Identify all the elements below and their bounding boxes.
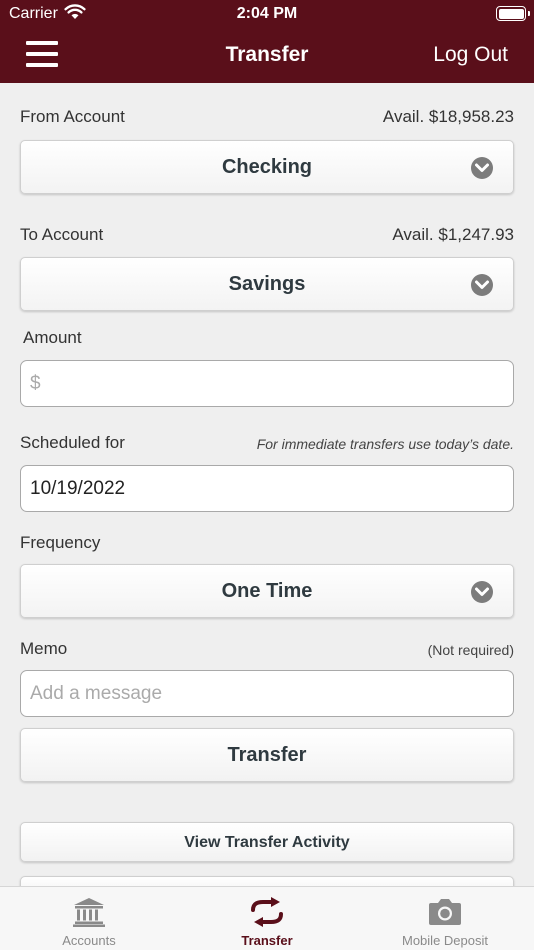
scheduled-label: Scheduled for — [20, 433, 125, 452]
memo-input[interactable] — [20, 670, 514, 717]
frequency-label: Frequency — [20, 533, 101, 552]
battery-nub — [528, 11, 530, 16]
frequency-select[interactable]: One Time — [20, 564, 514, 618]
battery-icon — [496, 6, 526, 21]
amount-label: Amount — [23, 328, 82, 347]
app-header: Carrier 2:04 PM Transfer Log Out — [0, 0, 534, 83]
from-account-available: Avail. $18,958.23 — [382, 107, 514, 126]
to-account-selected: Savings — [228, 273, 306, 295]
from-account-label: From Account — [20, 107, 125, 126]
tab-mobile-deposit[interactable]: Mobile Deposit — [356, 887, 534, 950]
transfer-button[interactable]: Transfer — [20, 728, 514, 782]
memo-label: Memo — [20, 639, 68, 658]
status-time: 2:04 PM — [236, 5, 298, 22]
logout-button[interactable]: Log Out — [433, 43, 508, 67]
to-account-select[interactable]: Savings — [20, 257, 514, 311]
to-account-label: To Account — [20, 225, 104, 244]
camera-icon — [429, 899, 461, 925]
chevron-down-icon — [471, 274, 493, 296]
amount-input[interactable] — [20, 360, 514, 407]
tab-transfer-label: Transfer — [241, 933, 293, 948]
chevron-down-icon — [471, 157, 493, 179]
tab-transfer[interactable]: Transfer — [178, 887, 356, 950]
tab-mobile-deposit-label: Mobile Deposit — [402, 933, 488, 948]
scheduled-hint: For immediate transfers use today’s date… — [256, 436, 514, 452]
frequency-selected: One Time — [221, 580, 313, 602]
tab-accounts[interactable]: Accounts — [0, 887, 178, 950]
from-account-selected: Checking — [221, 156, 313, 178]
from-account-select[interactable]: Checking — [20, 140, 514, 194]
chevron-down-icon — [471, 581, 493, 603]
status-bar: Carrier 2:04 PM — [0, 0, 534, 30]
bank-icon — [73, 898, 105, 927]
view-transfer-activity-button[interactable]: View Transfer Activity — [20, 822, 514, 862]
to-account-available: Avail. $1,247.93 — [392, 225, 514, 244]
tab-bar: Accounts Transfer Mobile Deposit — [0, 886, 534, 950]
memo-hint: (Not required) — [427, 642, 514, 658]
tab-accounts-label: Accounts — [62, 933, 116, 948]
transfer-arrows-icon — [251, 897, 283, 927]
scheduled-date-input[interactable] — [20, 465, 514, 512]
